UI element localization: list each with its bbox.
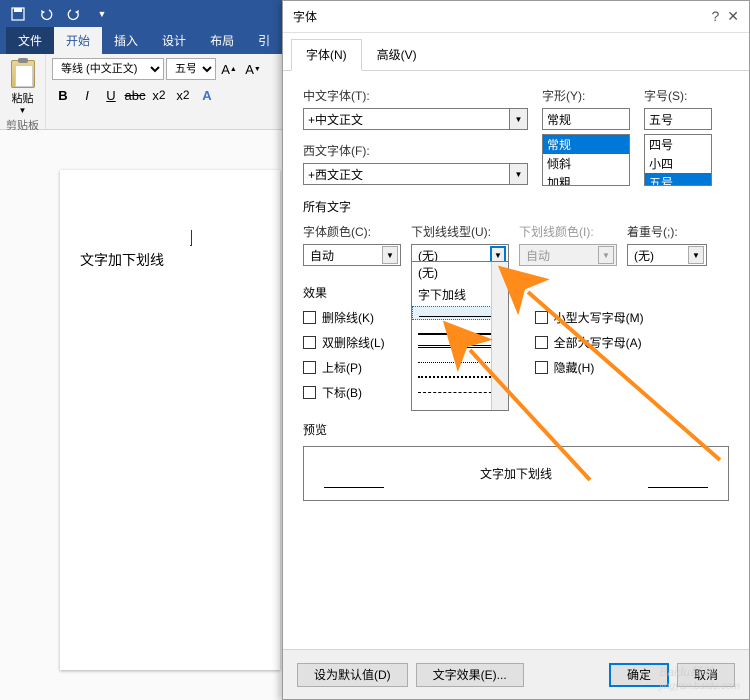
tab-home[interactable]: 开始 [54,27,102,54]
all-text-label: 所有文字 [303,198,729,215]
help-button[interactable]: ? [711,8,719,25]
style-option-bold[interactable]: 加粗 [543,173,629,186]
checkbox-strikethrough[interactable]: 删除线(K) [303,309,385,326]
size-option-0[interactable]: 四号 [645,135,711,154]
checkbox-superscript[interactable]: 上标(P) [303,359,385,376]
size-listbox[interactable]: 四号 小四 五号 [644,134,712,186]
dialog-titlebar: 字体 ? ✕ [283,1,749,33]
effects-column-left: 删除线(K) 双删除线(L) 上标(P) 下标(B) [303,309,385,409]
superscript-button[interactable]: x2 [172,84,194,106]
en-font-label: 西文字体(F): [303,142,528,159]
effects-column-right: 小型大写字母(M) 全部大写字母(A) 隐藏(H) [535,309,644,409]
dialog-tabs: 字体(N) 高级(V) [283,33,749,71]
checkbox-allcaps[interactable]: 全部大写字母(A) [535,334,644,351]
text-effects-button[interactable]: A [196,84,218,106]
preview-label: 预览 [303,421,729,438]
dropdown-scrollbar[interactable] [491,262,508,410]
underline-style-label: 下划线线型(U): [411,223,509,240]
dialog-body: 中文字体(T): ▼ 西文字体(F): ▼ 字形(Y): 常规 倾斜 加粗 [283,71,749,517]
tab-insert[interactable]: 插入 [102,27,150,54]
checkbox-smallcaps[interactable]: 小型大写字母(M) [535,309,644,326]
close-button[interactable]: ✕ [727,8,739,25]
italic-button[interactable]: I [76,84,98,106]
qat-more-icon[interactable]: ▼ [88,2,116,26]
clipboard-icon [11,60,35,88]
style-listbox[interactable]: 常规 倾斜 加粗 [542,134,630,186]
emphasis-select[interactable]: (无) ▼ [627,244,707,266]
chevron-down-icon: ▼ [382,246,398,264]
cn-font-label: 中文字体(T): [303,87,528,104]
checkbox-hidden[interactable]: 隐藏(H) [535,359,644,376]
font-name-select[interactable]: 等线 (中文正文) [52,58,164,80]
cn-font-dropdown-button[interactable]: ▼ [510,108,528,130]
preview-box: 文字加下划线 [303,446,729,501]
effects-label: 效果 [303,284,729,301]
paste-label: 粘贴 [12,90,34,106]
emphasis-value: (无) [634,247,654,264]
style-input[interactable] [542,108,630,130]
redo-icon[interactable] [60,2,88,26]
set-default-button[interactable]: 设为默认值(D) [297,663,408,687]
tab-references[interactable]: 引 [246,27,282,54]
emphasis-label: 着重号(;): [627,223,707,240]
ribbon-group-clipboard: 粘贴 ▼ 剪贴板 [0,54,46,129]
underline-color-select: 自动 ▼ [519,244,617,266]
style-label: 字形(Y): [542,87,630,104]
cursor-indicator [190,230,192,246]
underline-option-double[interactable] [418,338,502,348]
preview-text: 文字加下划线 [480,465,552,482]
font-color-label: 字体颜色(C): [303,223,401,240]
size-option-2[interactable]: 五号 [645,173,711,186]
checkbox-double-strikethrough[interactable]: 双删除线(L) [303,334,385,351]
shrink-font-button[interactable]: A▼ [242,58,264,80]
text-effects-button[interactable]: 文字效果(E)... [416,663,524,687]
underline-option-dashed[interactable] [418,381,502,393]
document-text: 文字加下划线 [80,250,260,270]
chevron-down-icon: ▼ [688,246,704,264]
underline-option-thick[interactable] [418,323,502,335]
watermark: Baidu经验 jingyan.baidu.com [659,660,740,692]
underline-color-value: 自动 [526,247,550,264]
en-font-dropdown-button[interactable]: ▼ [510,163,528,185]
underline-option-dotted-thick[interactable] [418,366,502,378]
bold-button[interactable]: B [52,84,74,106]
underline-dropdown[interactable]: (无) 字下加线 [411,261,509,411]
paste-button[interactable]: 粘贴 ▼ [6,58,39,117]
subscript-button[interactable]: x2 [148,84,170,106]
cn-font-input[interactable] [303,108,510,130]
save-icon[interactable] [4,2,32,26]
dialog-tab-font[interactable]: 字体(N) [291,39,362,71]
size-option-1[interactable]: 小四 [645,154,711,173]
font-dialog: 字体 ? ✕ 字体(N) 高级(V) 中文字体(T): ▼ 西文字体(F): ▼ [282,0,750,700]
document-area: 文字加下划线 [0,130,280,700]
font-color-select[interactable]: 自动 ▼ [303,244,401,266]
en-font-input[interactable] [303,163,510,185]
font-color-value: 自动 [310,247,334,264]
dialog-tab-advanced[interactable]: 高级(V) [362,39,432,70]
en-font-combo[interactable]: ▼ [303,163,528,185]
tab-layout[interactable]: 布局 [198,27,246,54]
checkbox-subscript[interactable]: 下标(B) [303,384,385,401]
dialog-title: 字体 [293,8,317,25]
grow-font-button[interactable]: A▲ [218,58,240,80]
underline-color-label: 下划线颜色(I): [519,223,617,240]
font-size-select[interactable]: 五号 [166,58,216,80]
style-option-regular[interactable]: 常规 [543,135,629,154]
size-label: 字号(S): [644,87,712,104]
style-option-italic[interactable]: 倾斜 [543,154,629,173]
chevron-down-icon: ▼ [598,246,614,264]
tab-design[interactable]: 设计 [150,27,198,54]
size-input[interactable] [644,108,712,130]
tab-file[interactable]: 文件 [6,27,54,54]
cn-font-combo[interactable]: ▼ [303,108,528,130]
document-page[interactable]: 文字加下划线 [60,170,280,670]
undo-icon[interactable] [32,2,60,26]
underline-button[interactable]: U [100,84,122,106]
strikethrough-button[interactable]: abc [124,84,146,106]
underline-option-dotted[interactable] [418,351,502,363]
